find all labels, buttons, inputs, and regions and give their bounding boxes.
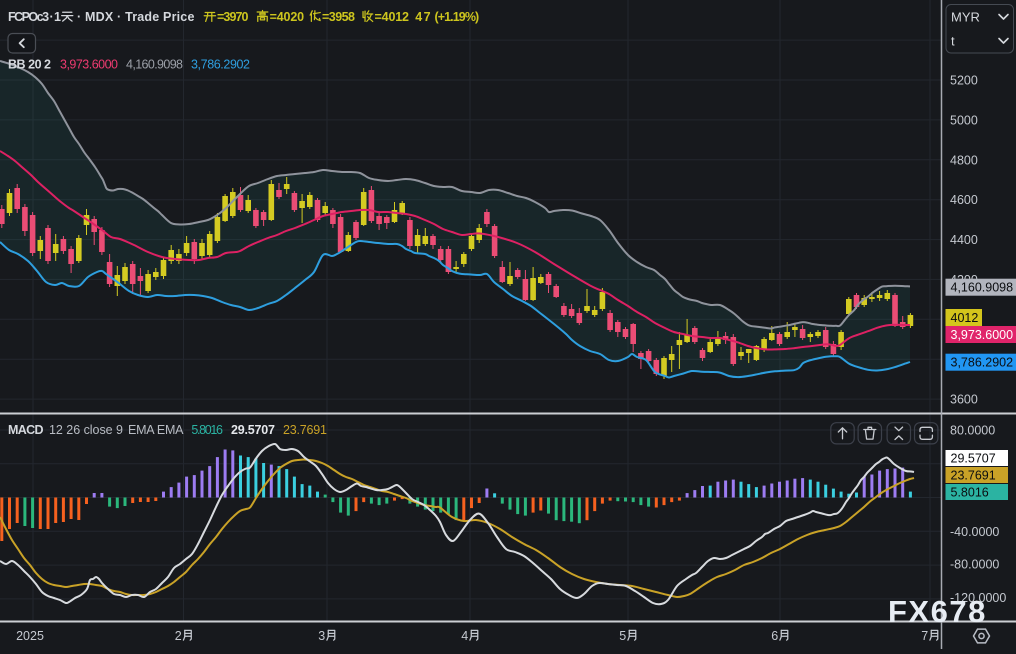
svg-text:29.5707: 29.5707	[231, 423, 275, 437]
svg-text:(+1.19%): (+1.19%)	[435, 10, 480, 24]
svg-text:4012: 4012	[951, 311, 979, 325]
svg-text:5.8016: 5.8016	[191, 423, 223, 437]
svg-text:3,786.2902: 3,786.2902	[951, 356, 1014, 370]
svg-text:2: 2	[175, 629, 182, 643]
svg-text:MACD: MACD	[8, 423, 44, 437]
svg-text:7: 7	[921, 629, 928, 643]
svg-text:3: 3	[318, 629, 325, 643]
svg-text:29.5707: 29.5707	[951, 451, 996, 465]
svg-text:5.8016: 5.8016	[951, 485, 989, 499]
svg-text:23.7691: 23.7691	[283, 423, 327, 437]
svg-text:5: 5	[619, 629, 626, 643]
svg-text:4: 4	[461, 629, 468, 643]
svg-text:5000: 5000	[950, 113, 978, 127]
svg-text:4,160.9098: 4,160.9098	[126, 57, 183, 71]
svg-text:=3958: =3958	[322, 10, 355, 24]
svg-text:FCPOc3 · 1: FCPOc3 · 1	[8, 10, 61, 24]
svg-text:MYR: MYR	[951, 10, 980, 25]
svg-text:=4020: =4020	[270, 10, 305, 24]
svg-text:BB 20 2: BB 20 2	[8, 57, 51, 71]
svg-text:t: t	[951, 34, 955, 49]
svg-text:· MDX · Trade Price: · MDX · Trade Price	[77, 10, 194, 24]
svg-text:-40.0000: -40.0000	[950, 525, 999, 539]
svg-text:EMA EMA: EMA EMA	[128, 423, 184, 437]
svg-text:4600: 4600	[950, 193, 978, 207]
svg-text:FX678: FX678	[888, 594, 987, 629]
svg-text:4800: 4800	[950, 153, 978, 167]
svg-text:3,973.6000: 3,973.6000	[60, 57, 118, 71]
svg-text:3,973.6000: 3,973.6000	[951, 328, 1014, 342]
svg-text:4,160.9098: 4,160.9098	[951, 281, 1014, 295]
svg-text:12 26 close 9: 12 26 close 9	[49, 423, 123, 437]
svg-text:80.0000: 80.0000	[950, 424, 995, 438]
svg-text:=4012: =4012	[375, 10, 410, 24]
svg-text:-80.0000: -80.0000	[950, 558, 999, 572]
svg-text:3,786.2902: 3,786.2902	[191, 57, 250, 71]
svg-text:47: 47	[415, 10, 430, 24]
svg-text:3600: 3600	[950, 393, 978, 407]
svg-text:4400: 4400	[950, 233, 978, 247]
svg-text:23.7691: 23.7691	[951, 468, 996, 482]
svg-text:=3970: =3970	[217, 10, 249, 24]
svg-text:5200: 5200	[950, 74, 978, 88]
svg-text:6: 6	[771, 629, 778, 643]
svg-text:2025: 2025	[16, 629, 44, 643]
